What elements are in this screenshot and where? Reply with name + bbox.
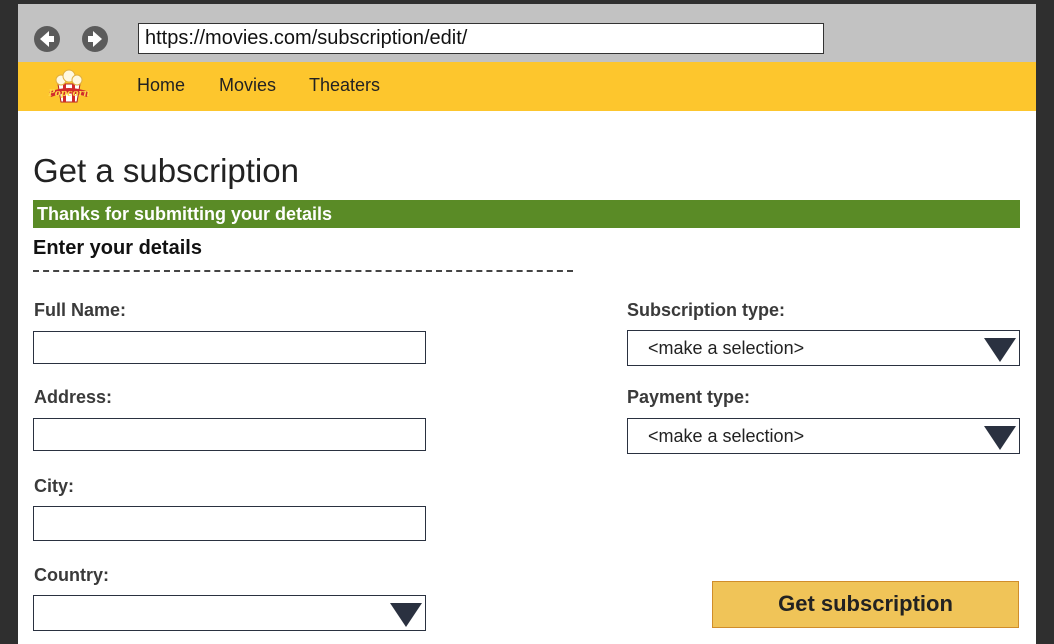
back-arrow-icon[interactable] — [34, 26, 60, 52]
subscription-type-value: <make a selection> — [648, 338, 805, 358]
chevron-down-icon — [984, 338, 1016, 362]
page-title: Get a subscription — [33, 152, 299, 189]
get-subscription-button[interactable]: Get subscription — [712, 581, 1019, 628]
chevron-down-icon — [390, 603, 422, 627]
nav-link-movies[interactable]: Movies — [219, 75, 276, 96]
country-select[interactable] — [33, 595, 426, 631]
subscription-type-label: Subscription type: — [627, 300, 786, 320]
subscription-type-select[interactable]: <make a selection> — [627, 330, 1020, 366]
address-input[interactable] — [33, 418, 426, 451]
full-name-label: Full Name: — [34, 300, 127, 320]
chevron-down-icon — [984, 426, 1016, 450]
payment-type-select[interactable]: <make a selection> — [627, 418, 1020, 454]
address-label: Address: — [34, 387, 113, 407]
section-heading: Enter your details — [33, 237, 202, 259]
full-name-input[interactable] — [33, 331, 426, 364]
site-navbar: Popcorn Home Movies Theaters — [18, 62, 1036, 111]
payment-type-label: Payment type: — [627, 387, 751, 407]
forward-arrow-icon[interactable] — [82, 26, 108, 52]
payment-type-value: <make a selection> — [648, 426, 805, 446]
nav-link-theaters[interactable]: Theaters — [309, 75, 380, 96]
city-input[interactable] — [33, 506, 426, 541]
svg-text:Popcorn: Popcorn — [47, 89, 90, 99]
browser-toolbar: https://movies.com/subscription/edit/ — [18, 4, 1036, 62]
address-bar[interactable]: https://movies.com/subscription/edit/ — [138, 23, 824, 54]
nav-link-home[interactable]: Home — [137, 75, 185, 96]
dashed-divider — [33, 270, 573, 272]
country-label: Country: — [34, 565, 109, 585]
popcorn-logo[interactable]: Popcorn — [46, 66, 92, 106]
success-banner: Thanks for submitting your details — [33, 200, 1020, 228]
city-label: City: — [34, 476, 74, 496]
